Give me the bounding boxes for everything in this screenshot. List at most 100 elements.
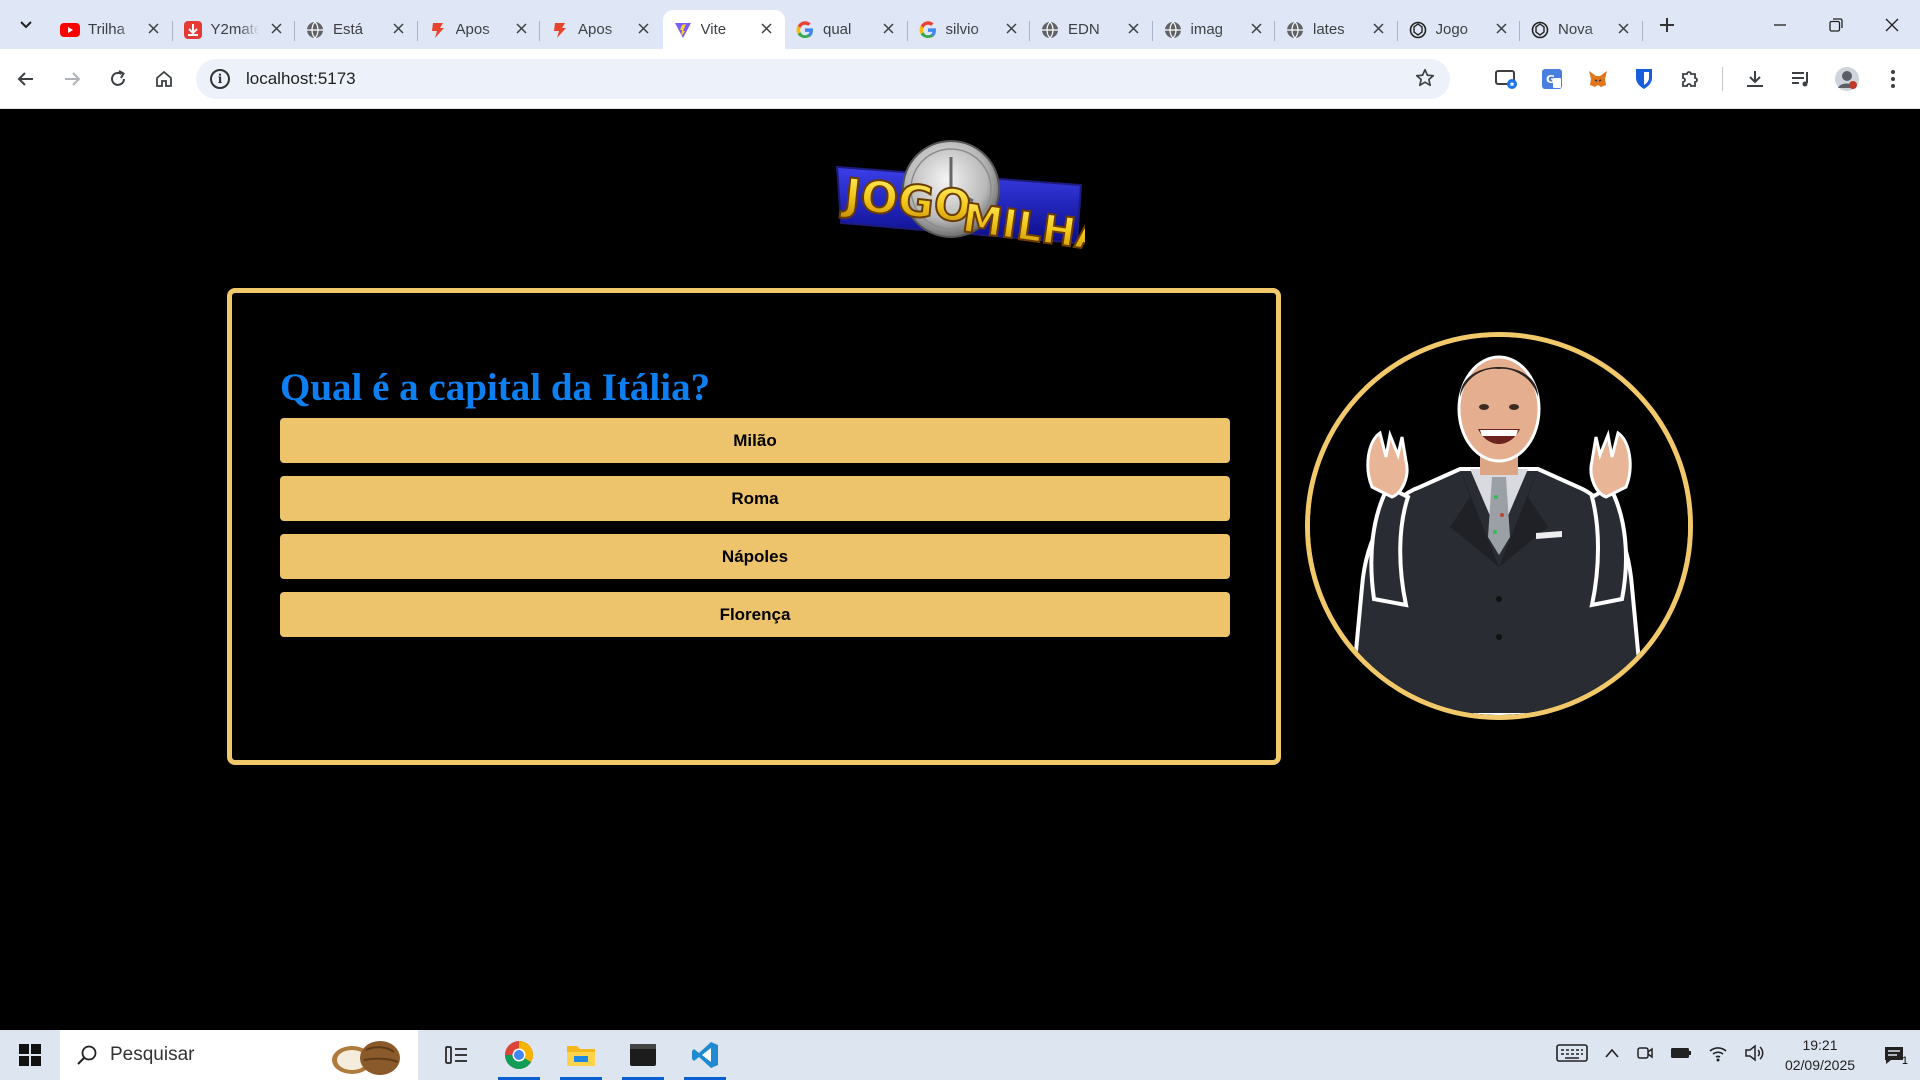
globe-icon [305,20,325,40]
answer-button-3[interactable]: Nápoles [280,534,1230,579]
taskbar-vscode[interactable] [674,1030,736,1080]
back-button[interactable] [6,59,46,99]
taskbar-clock[interactable]: 19:21 02/09/2025 [1772,1035,1868,1075]
os-taskbar: Pesquisar 19:21 02/09/2025 1 [0,1030,1920,1080]
answer-button-2[interactable]: Roma [280,476,1230,521]
bookmark-star-icon[interactable] [1414,67,1436,89]
browser-tab[interactable]: imag [1153,10,1276,49]
clock-date: 02/09/2025 [1784,1057,1856,1073]
answer-button-1[interactable]: Milão [280,418,1230,463]
minimize-button[interactable] [1752,0,1808,49]
tab-close-icon[interactable] [1492,21,1510,38]
tab-close-icon[interactable] [1002,21,1020,38]
browser-toolbar: i localhost:5173 G [0,49,1920,109]
toolbar-separator [1722,67,1723,91]
media-control-icon[interactable] [1783,61,1819,97]
close-window-button[interactable] [1864,0,1920,49]
tab-title: silvio [945,21,979,38]
start-button[interactable] [0,1030,60,1080]
taskbar-file-explorer[interactable] [550,1030,612,1080]
browser-tab[interactable]: silvio [908,10,1031,49]
new-tab-button[interactable] [1649,7,1685,43]
wifi-icon[interactable] [1700,1044,1736,1067]
home-button[interactable] [144,59,184,99]
tab-close-icon[interactable] [390,21,408,38]
tab-search-button[interactable] [6,6,46,42]
browser-tab[interactable]: Apos [418,10,541,49]
tab-close-icon[interactable] [267,21,285,38]
browser-tab[interactable]: Nova [1520,10,1643,49]
globe-icon [1285,20,1305,40]
taskbar-search[interactable]: Pesquisar [60,1030,418,1080]
browser-tab[interactable]: qual [785,10,908,49]
taskbar-terminal[interactable] [612,1030,674,1080]
tab-title: Está [333,21,364,38]
tab-close-icon[interactable] [757,21,775,38]
bolt-icon [550,20,570,40]
tab-close-icon[interactable] [1247,21,1265,38]
arrow-left-icon [17,71,33,86]
browser-tab-strip: Trilha Y2mate Está Apos Apos Vite qual silvio ED… [0,0,1920,49]
tab-title: Apos [578,21,613,38]
forward-button[interactable] [52,59,92,99]
address-bar-url[interactable]: localhost:5173 [246,69,356,89]
browser-tab[interactable]: Jogo [1398,10,1521,49]
keyboard-layout-icon[interactable] [1548,1043,1596,1068]
chevron-up-icon[interactable] [1596,1046,1628,1064]
browser-tab[interactable]: EDN [1030,10,1153,49]
tab-close-icon[interactable] [512,21,530,38]
site-info-icon[interactable]: i [210,69,230,89]
browser-tab[interactable]: Vite [662,10,785,49]
show-logo: JOGO MILHÃO [835,140,1085,259]
browser-tab[interactable]: Apos [540,10,663,49]
restore-button[interactable] [1808,0,1864,49]
browser-tab[interactable]: Y2mate [173,10,296,49]
answer-button-4[interactable]: Florença [280,592,1230,637]
home-icon [156,70,172,87]
bolt-icon [428,20,448,40]
google-icon [795,20,815,40]
volume-icon[interactable] [1736,1043,1772,1067]
openai-icon [1530,20,1550,40]
youtube-icon [60,20,80,40]
address-bar[interactable]: i localhost:5173 [196,59,1450,99]
chrome-icon [505,1041,533,1069]
openai-icon [1408,20,1428,40]
tab-title: EDN [1068,21,1100,38]
tab-close-icon[interactable] [635,21,653,38]
taskbar-chrome[interactable] [488,1030,550,1080]
meet-now-icon[interactable] [1628,1044,1662,1067]
google-icon [918,20,938,40]
bitwarden-icon[interactable] [1626,61,1662,97]
chevron-down-icon [20,21,32,29]
tab-close-icon[interactable] [145,21,163,38]
browser-tab[interactable]: Trilha [50,10,173,49]
download-icon [183,20,203,40]
reload-button[interactable] [98,59,138,99]
tab-close-icon[interactable] [880,21,898,38]
download-icon[interactable] [1737,61,1773,97]
notification-count: 1 [1901,1055,1908,1067]
notification-center-button[interactable]: 1 [1868,1030,1920,1080]
tab-title: Jogo [1435,21,1469,38]
tab-close-icon[interactable] [1125,21,1143,38]
tab-title: lates [1313,21,1345,38]
cast-icon[interactable] [1488,61,1524,97]
browser-tab[interactable]: Está [295,10,418,49]
tab-close-icon[interactable] [1615,21,1633,38]
taskbar-apps [426,1030,736,1080]
taskbar-search-placeholder: Pesquisar [110,1044,195,1065]
translate-icon[interactable]: G [1534,61,1570,97]
tab-list: Trilha Y2mate Está Apos Apos Vite qual silvio ED… [50,0,1643,49]
tab-close-icon[interactable] [1370,21,1388,38]
globe-icon [1163,20,1183,40]
extensions-puzzle-icon[interactable] [1672,61,1708,97]
battery-icon[interactable] [1662,1046,1700,1065]
question-text: Qual é a capital da Itália? [280,366,711,409]
metamask-icon[interactable] [1580,61,1616,97]
profile-avatar[interactable] [1829,61,1865,97]
reload-icon [111,69,125,86]
browser-menu-icon[interactable] [1875,61,1911,97]
task-view-button[interactable] [426,1030,488,1080]
browser-tab[interactable]: lates [1275,10,1398,49]
